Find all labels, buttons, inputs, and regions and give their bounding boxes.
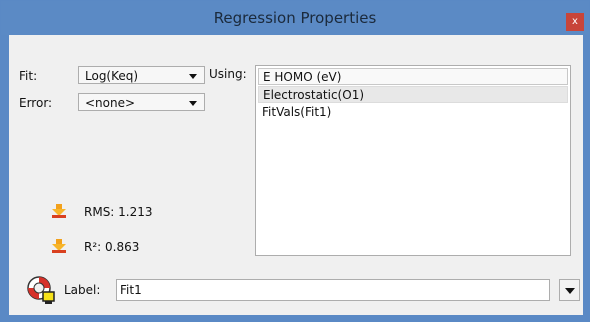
regression-properties-window: Regression Properties x Fit: Log(Keq) Er… bbox=[0, 0, 590, 322]
list-item[interactable]: FitVals(Fit1) bbox=[258, 104, 568, 121]
chevron-down-icon bbox=[565, 288, 575, 294]
arrow-down-icon bbox=[52, 239, 66, 253]
error-label: Error: bbox=[19, 96, 53, 110]
using-listbox[interactable]: E HOMO (eV) Electrostatic(O1) FitVals(Fi… bbox=[255, 65, 571, 256]
r-squared-value: R²: 0.863 bbox=[84, 240, 140, 254]
dialog-body: Fit: Log(Keq) Error: <none> Using: E HOM… bbox=[9, 35, 583, 315]
fit-select-value: Log(Keq) bbox=[85, 69, 139, 83]
window-title: Regression Properties bbox=[213, 9, 377, 27]
arrow-down-icon bbox=[52, 204, 66, 218]
close-icon: x bbox=[572, 16, 578, 27]
label-dropdown-button[interactable] bbox=[559, 279, 580, 301]
using-label: Using: bbox=[209, 67, 247, 81]
title-bar[interactable]: Regression Properties x bbox=[1, 1, 589, 35]
error-select-value: <none> bbox=[85, 96, 136, 110]
fit-label: Fit: bbox=[19, 69, 38, 83]
close-button[interactable]: x bbox=[566, 13, 584, 31]
chevron-down-icon bbox=[189, 74, 197, 79]
list-item[interactable]: E HOMO (eV) bbox=[258, 68, 568, 85]
rms-value: RMS: 1.213 bbox=[84, 205, 153, 219]
list-item[interactable]: Electrostatic(O1) bbox=[258, 86, 568, 103]
error-select[interactable]: <none> bbox=[78, 93, 205, 111]
chevron-down-icon bbox=[189, 101, 197, 106]
lifebuoy-icon[interactable] bbox=[26, 275, 56, 305]
label-input[interactable]: Fit1 bbox=[116, 279, 550, 301]
fit-select[interactable]: Log(Keq) bbox=[78, 66, 205, 84]
label-field-label: Label: bbox=[64, 283, 101, 297]
